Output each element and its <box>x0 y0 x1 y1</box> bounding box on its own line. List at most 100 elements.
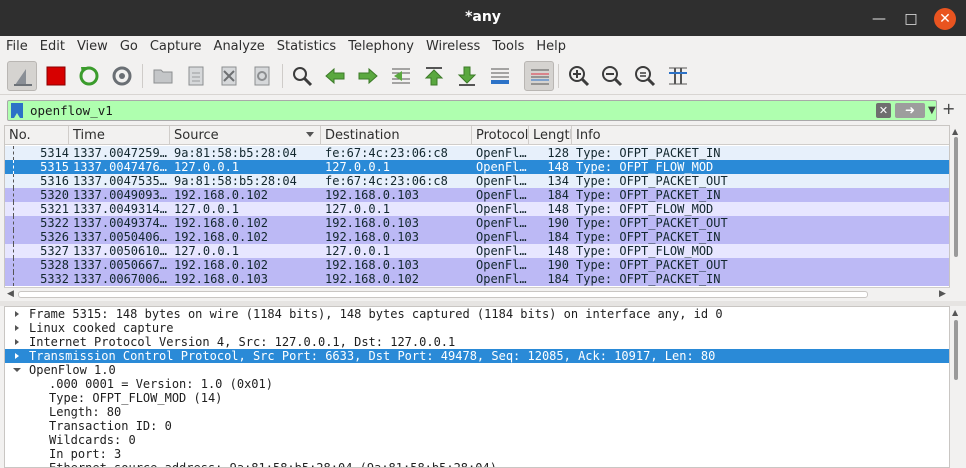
packet-cell-time: 1337.0067006… <box>73 272 167 286</box>
menu-tools[interactable]: Tools <box>486 36 530 58</box>
menu-file[interactable]: File <box>0 36 34 58</box>
go-back-button[interactable] <box>320 61 350 91</box>
collapsed-arrow-icon[interactable] <box>12 321 22 335</box>
display-filter-input[interactable]: openflow_v1 ✕ ➜ ▼ <box>7 100 937 121</box>
bookmark-icon[interactable] <box>11 103 23 118</box>
go-to-packet-button[interactable] <box>386 61 416 91</box>
scroll-right-icon[interactable]: ▶ <box>939 288 946 301</box>
expanded-arrow-icon[interactable] <box>12 363 22 377</box>
normal-size-button[interactable] <box>630 61 660 91</box>
apply-filter-button[interactable]: ➜ <box>895 103 925 118</box>
detail-text: .000 0001 = Version: 1.0 (0x01) <box>49 377 273 391</box>
stop-capture-button[interactable] <box>41 61 71 91</box>
detail-tree-item[interactable]: Internet Protocol Version 4, Src: 127.0.… <box>5 335 949 349</box>
packet-cell-dst: 127.0.0.1 <box>325 202 391 216</box>
packet-cell-no: 5314 <box>40 146 69 160</box>
menu-capture[interactable]: Capture <box>144 36 208 58</box>
detail-tree-item[interactable]: Length: 80 <box>5 405 949 419</box>
go-first-button[interactable] <box>419 61 449 91</box>
menu-telephony[interactable]: Telephony <box>342 36 420 58</box>
packet-row[interactable]: 5327 1337.0050610… 127.0.0.1 127.0.0.1 OpenF… <box>5 244 949 258</box>
details-vertical-scrollbar[interactable]: ▲ <box>950 306 962 468</box>
menu-help[interactable]: Help <box>530 36 572 58</box>
go-last-button[interactable] <box>452 61 482 91</box>
detail-tree-item[interactable]: Wildcards: 0 <box>5 433 949 447</box>
autoscroll-button[interactable] <box>485 61 515 91</box>
packet-row[interactable]: 5332 1337.0067006… 192.168.0.103 192.168.0.… <box>5 272 949 286</box>
menu-statistics[interactable]: Statistics <box>271 36 342 58</box>
restart-capture-button[interactable] <box>74 61 104 91</box>
menu-wireless[interactable]: Wireless <box>420 36 486 58</box>
close-file-button[interactable] <box>214 61 244 91</box>
packet-cell-dst: 192.168.0.103 <box>325 230 419 244</box>
add-filter-button-plus-icon[interactable]: + <box>942 99 955 118</box>
column-header-source[interactable]: Source <box>170 126 321 145</box>
detail-tree-item[interactable]: Transaction ID: 0 <box>5 419 949 433</box>
packet-row[interactable]: 5322 1337.0049374… 192.168.0.102 192.168.0.… <box>5 216 949 230</box>
packet-list-vertical-scrollbar[interactable]: ▲ <box>950 125 962 287</box>
capture-options-button[interactable] <box>107 61 137 91</box>
column-header-protocol[interactable]: Protocol <box>472 126 529 145</box>
zoom-out-button[interactable] <box>597 61 627 91</box>
detail-tree-item[interactable]: Type: OFPT_FLOW_MOD (14) <box>5 391 949 405</box>
menu-analyze[interactable]: Analyze <box>208 36 271 58</box>
packet-row[interactable]: 5326 1337.0050406… 192.168.0.102 192.168.0.… <box>5 230 949 244</box>
zoom-in-button[interactable] <box>564 61 594 91</box>
close-button[interactable]: ✕ <box>934 8 956 30</box>
menu-go[interactable]: Go <box>114 36 144 58</box>
collapsed-arrow-icon[interactable] <box>12 307 22 321</box>
packet-cell-time: 1337.0049374… <box>73 216 167 230</box>
scrollbar-thumb[interactable] <box>954 320 958 380</box>
maximize-button[interactable]: □ <box>900 8 922 30</box>
colorize-button[interactable] <box>524 61 554 91</box>
start-capture-button[interactable] <box>7 61 37 91</box>
collapsed-arrow-icon[interactable] <box>12 349 22 363</box>
packet-cell-dst: 192.168.0.103 <box>325 216 419 230</box>
packet-row[interactable]: 5328 1337.0050667… 192.168.0.102 192.168.0.… <box>5 258 949 272</box>
packet-cell-dst: fe:67:4c:23:06:c8 <box>325 174 448 188</box>
detail-tree-item[interactable]: In port: 3 <box>5 447 949 461</box>
packet-cell-info: Type: OFPT_PACKET_OUT <box>576 258 728 272</box>
packet-cell-proto: OpenFl… <box>476 258 527 272</box>
packet-row[interactable]: 5316 1337.0047535… 9a:81:58:b5:28:04 fe:67:… <box>5 174 949 188</box>
column-header-length[interactable]: Length <box>529 126 572 145</box>
column-header-destination[interactable]: Destination <box>321 126 472 145</box>
packet-row[interactable]: 5320 1337.0049093… 192.168.0.102 192.168.0.… <box>5 188 949 202</box>
display-filter-text[interactable]: openflow_v1 <box>30 103 113 118</box>
arrow-down-icon <box>457 66 477 86</box>
detail-tree-item[interactable]: Transmission Control Protocol, Src Port:… <box>5 349 949 363</box>
scrollbar-thumb[interactable] <box>18 291 868 298</box>
detail-tree-item[interactable]: Frame 5315: 148 bytes on wire (1184 bits… <box>5 307 949 321</box>
packet-cell-time: 1337.0050667… <box>73 258 167 272</box>
resize-columns-button[interactable] <box>663 61 693 91</box>
scroll-left-icon[interactable]: ◀ <box>7 288 14 301</box>
menu-edit[interactable]: Edit <box>34 36 71 58</box>
scroll-up-icon[interactable]: ▲ <box>952 308 958 317</box>
column-header-time[interactable]: Time <box>69 126 170 145</box>
find-packet-button[interactable] <box>287 61 317 91</box>
packet-row[interactable]: 5314 1337.0047259… 9a:81:58:b5:28:04 fe:67:… <box>5 146 949 160</box>
reload-file-button[interactable] <box>247 61 277 91</box>
packet-list-horizontal-scrollbar[interactable]: ◀ ▶ <box>4 287 950 300</box>
packet-row[interactable]: 5321 1337.0049314… 127.0.0.1 127.0.0.1 OpenF… <box>5 202 949 216</box>
detail-tree-item[interactable]: .000 0001 = Version: 1.0 (0x01) <box>5 377 949 391</box>
restart-icon <box>79 66 99 86</box>
open-file-button[interactable] <box>148 61 178 91</box>
column-header-info[interactable]: Info <box>572 126 949 145</box>
packet-cell-time: 1337.0047476… <box>73 160 167 174</box>
filter-history-dropdown[interactable]: ▼ <box>928 102 938 119</box>
detail-tree-item[interactable]: Linux cooked capture <box>5 321 949 335</box>
packet-row[interactable]: 5315 1337.0047476… 127.0.0.1 127.0.0.1 OpenF… <box>5 160 949 174</box>
column-header-no[interactable]: No. <box>5 126 69 145</box>
menu-view[interactable]: View <box>71 36 114 58</box>
scrollbar-thumb[interactable] <box>954 137 958 257</box>
clear-filter-button[interactable]: ✕ <box>876 103 891 118</box>
detail-tree-item[interactable]: Ethernet source address: 9a:81:58:b5:28:… <box>5 461 949 467</box>
detail-tree-item[interactable]: OpenFlow 1.0 <box>5 363 949 377</box>
go-forward-button[interactable] <box>353 61 383 91</box>
scroll-up-icon[interactable]: ▲ <box>952 127 958 136</box>
packet-cell-src: 127.0.0.1 <box>174 202 240 216</box>
collapsed-arrow-icon[interactable] <box>12 335 22 349</box>
save-file-button[interactable] <box>181 61 211 91</box>
minimize-button[interactable]: — <box>868 8 890 30</box>
